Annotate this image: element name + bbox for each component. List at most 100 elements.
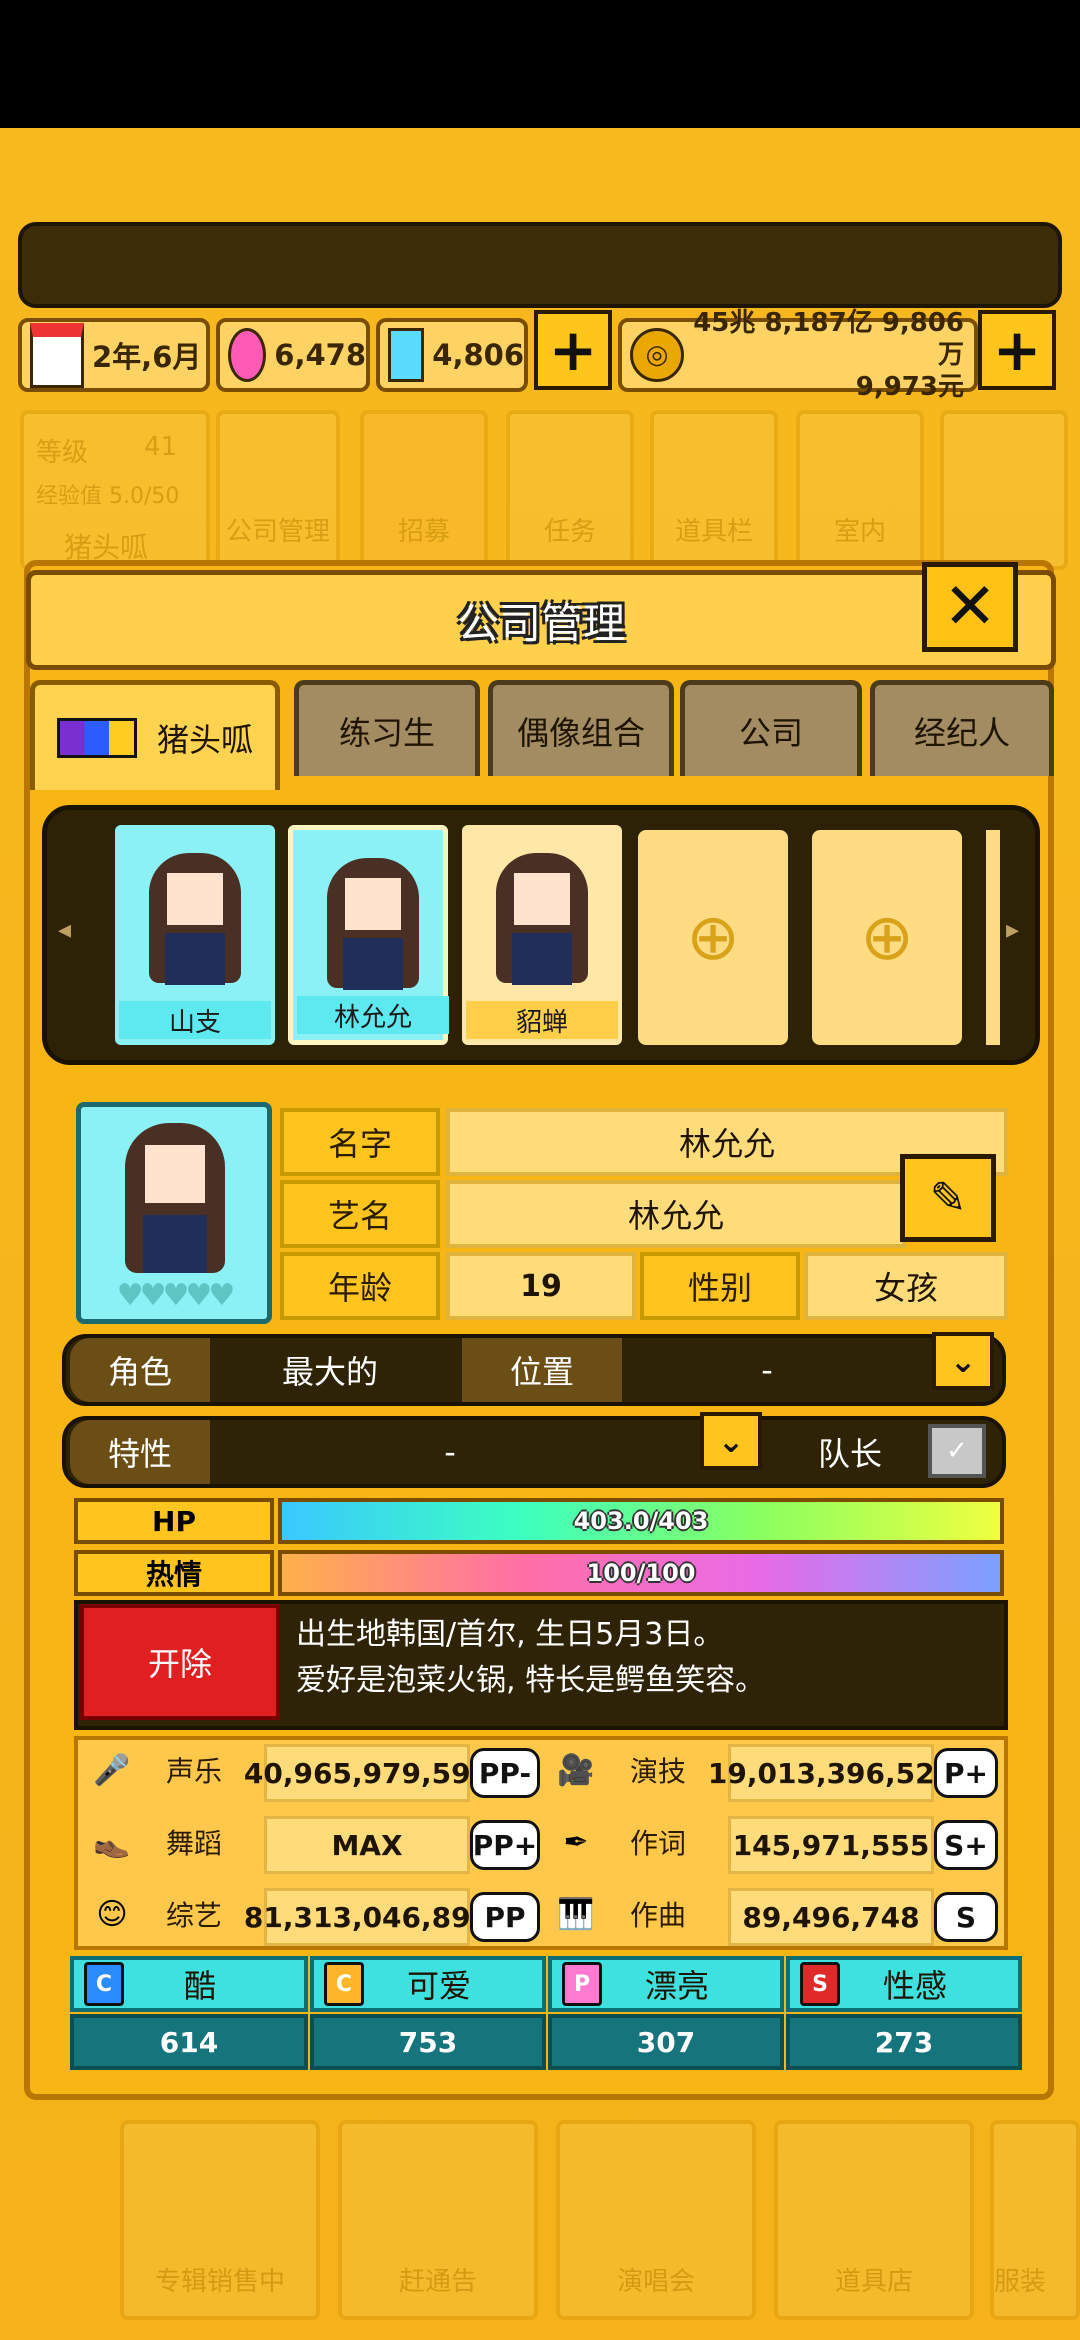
passion-text: 100/100 [586,1559,696,1587]
attr-value-pretty: 307 [548,2014,784,2070]
hearts-rating: ♥♥♥♥♥ [116,1278,235,1313]
attr-value-cool: 614 [70,2014,308,2070]
menu-schedule[interactable]: 赶通告 [338,2120,538,2320]
attr-name: 性感 [882,1967,947,2005]
menu-album-sales[interactable]: 专辑销售中 [120,2120,320,2320]
stat-name: 舞蹈 [166,1827,223,1860]
fire-button[interactable]: 开除 [80,1604,280,1720]
member-name: 貂蝉 [466,1001,618,1039]
attr-value-cute: 753 [310,2014,546,2070]
camera-icon: 🎥 [557,1752,595,1788]
leader-checkbox[interactable]: ✓ [928,1424,986,1478]
pencil-icon: ✎ [929,1172,967,1224]
scroll-left-icon[interactable]: ◂ [58,915,71,945]
stat-name: 演技 [630,1755,687,1788]
member-card[interactable]: 山支 [115,825,275,1045]
member-card-selected[interactable]: 林允允 [288,825,449,1045]
menu-costume[interactable]: 服装 [990,2120,1080,2320]
attr-header-cute: C 可爱 [310,1956,546,2012]
add-money-button[interactable]: + [978,310,1056,390]
sexy-letter-icon: S [800,1962,840,2006]
position-label: 位置 [462,1338,622,1402]
tab-player[interactable]: 猪头呱 [30,680,280,790]
attr-header-sexy: S 性感 [786,1956,1022,2012]
idol-portrait [472,835,612,995]
stage-name-value: 林允允 [446,1180,906,1248]
position-dropdown-button[interactable]: ⌄ [932,1332,994,1390]
tab-company[interactable]: 公司 [680,680,862,776]
menu-company-management[interactable]: 公司管理 [216,410,340,570]
stat-name: 作词 [630,1827,687,1860]
edit-name-button[interactable]: ✎ [900,1154,996,1242]
add-member-slot[interactable]: ⊕ [638,830,788,1045]
menu-interior[interactable]: 室内 [796,410,924,570]
money-line-2: 9,973元 [855,372,964,402]
leader-label: 队长 [817,1435,882,1473]
plus-circle-icon: ⊕ [860,900,914,975]
selected-idol-portrait: ♥♥♥♥♥ [76,1102,272,1324]
chevron-down-icon: ⌄ [949,1342,977,1380]
stat-value: 40,965,979,592 [244,1744,490,1802]
stat-grade: PP+ [470,1820,540,1870]
member-name: 林允允 [297,996,449,1034]
gender-label: 性别 [640,1252,800,1320]
role-label: 角色 [70,1338,210,1402]
scroll-right-icon[interactable]: ▸ [1006,915,1019,945]
member-name: 山支 [119,1001,271,1039]
menu-concert[interactable]: 演唱会 [556,2120,756,2320]
stat-grade: S [934,1892,998,1942]
passion-label: 热情 [74,1550,274,1596]
trait-dropdown-button[interactable]: ⌄ [700,1412,762,1470]
add-gems-button[interactable]: + [534,310,612,390]
close-button[interactable]: ✕ [922,562,1018,652]
stat-name: 作曲 [630,1899,687,1932]
stat-value: 19,013,396,521 [708,1744,954,1802]
hp-text: 403.0/403 [573,1507,709,1535]
shoe-icon: 👞 [93,1824,131,1860]
menu-inventory[interactable]: 道具栏 [650,410,778,570]
menu-recruit[interactable]: 招募 [360,410,488,570]
top-banner [18,222,1062,308]
member-slot-partial [986,830,1000,1045]
money-display: ◎ 45兆 8,187亿 9,806万 9,973元 [618,308,978,402]
cute-letter-icon: C [324,1962,364,2006]
check-icon: ✓ [946,1436,968,1466]
menu-mail[interactable] [940,410,1068,570]
member-card[interactable]: 貂蝉 [462,825,622,1045]
calendar-icon [30,322,84,388]
bio-text: 出生地韩国/首尔, 生日5月3日。 爱好是泡菜火锅, 特长是鳄鱼笑容。 [296,1612,996,1704]
tab-trainees[interactable]: 练习生 [294,680,480,776]
add-member-slot[interactable]: ⊕ [812,830,962,1045]
date-display: 2年,6月 [18,318,210,392]
stat-grade: PP- [470,1748,540,1798]
blue-gem-display: 4,806 [376,318,528,392]
menu-item-shop[interactable]: 道具店 [774,2120,974,2320]
age-label: 年龄 [280,1252,440,1320]
menu-tasks[interactable]: 任务 [506,410,634,570]
attr-name: 酷 [183,1967,216,2005]
stat-value: 81,313,046,895 [244,1888,490,1946]
face-icon: 😊 [96,1896,128,1932]
trait-value: - [444,1433,456,1471]
stage-name-label: 艺名 [280,1180,440,1248]
tab-manager[interactable]: 经纪人 [870,680,1054,776]
cool-letter-icon: C [84,1962,124,2006]
idol-portrait [125,835,265,995]
attr-value-sexy: 273 [786,2014,1022,2070]
passion-bar: 100/100 [278,1550,1004,1596]
stat-value: MAX [264,1816,470,1874]
bio-line-2: 爱好是泡菜火锅, 特长是鳄鱼笑容。 [296,1663,766,1698]
chevron-down-icon: ⌄ [717,1422,745,1460]
stat-grade: S+ [934,1820,998,1870]
role-value: 最大的 [281,1353,378,1391]
stat-value: 89,496,748 [728,1888,934,1946]
gender-value: 女孩 [804,1252,1008,1320]
player-level-card: 等级 41 经验值 5.0/50 猪头呱 [20,410,210,570]
name-label: 名字 [280,1108,440,1176]
pretty-letter-icon: P [562,1962,602,2006]
attr-header-cool: C 酷 [70,1956,308,2012]
hp-bar: 403.0/403 [278,1498,1004,1544]
close-icon: ✕ [943,570,997,644]
tab-idol-group[interactable]: 偶像组合 [488,680,674,776]
plus-circle-icon: ⊕ [686,900,740,975]
